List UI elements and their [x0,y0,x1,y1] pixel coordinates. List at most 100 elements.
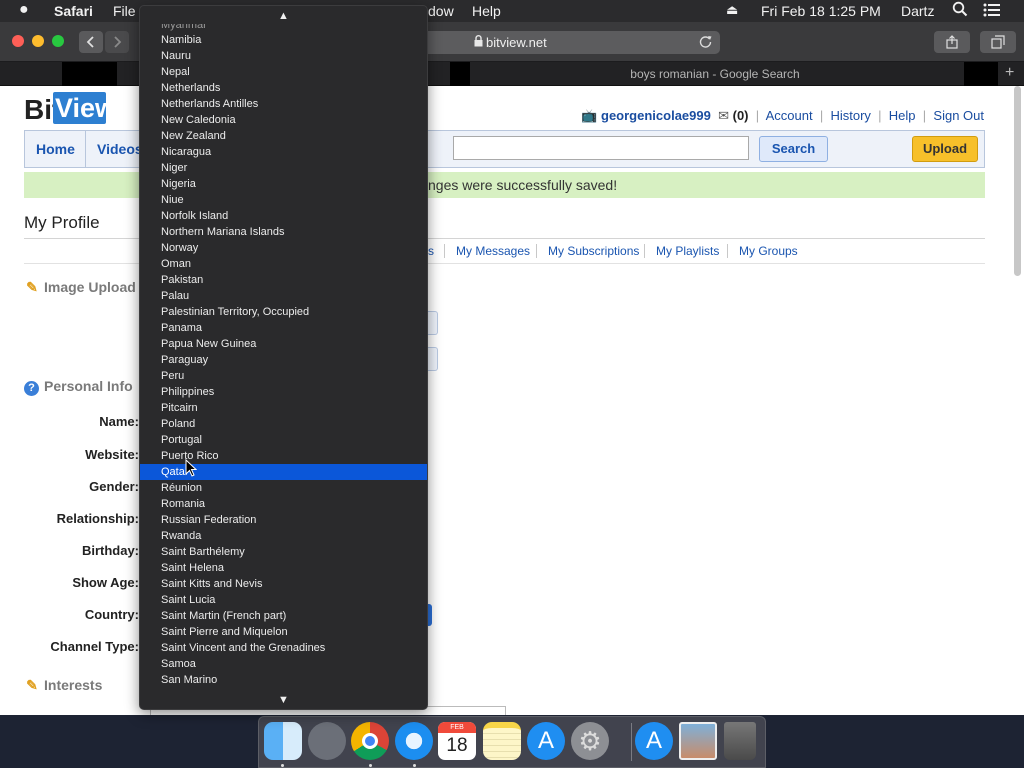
mail-icon[interactable]: ✉ [718,108,729,123]
upload-field-edge[interactable] [428,311,438,335]
account-link[interactable]: Account [766,108,813,123]
upload-field-edge[interactable] [428,347,438,371]
address-bar[interactable]: bitview.net [428,31,720,54]
calendar-icon[interactable]: FEB 18 [438,722,476,760]
page-scrollbar[interactable] [1014,86,1021,276]
dropdown-option[interactable]: New Zealand [140,128,427,144]
subnav-my-subscriptions[interactable]: My Subscriptions [548,244,639,258]
dropdown-option[interactable]: Romania [140,496,427,512]
dropdown-option[interactable]: Russian Federation [140,512,427,528]
menu-clock[interactable]: Fri Feb 18 1:25 PM [761,3,881,19]
dropdown-option[interactable]: Pakistan [140,272,427,288]
upload-button[interactable]: Upload [912,136,978,162]
app-store-icon[interactable]: A [527,722,565,760]
menu-user[interactable]: Dartz [901,3,934,19]
dropdown-option[interactable]: Saint Martin (French part) [140,608,427,624]
close-window-button[interactable] [12,35,24,47]
scroll-down-arrow[interactable]: ▼ [140,694,427,706]
dropdown-option[interactable]: Puerto Rico [140,448,427,464]
dropdown-option[interactable]: Nigeria [140,176,427,192]
dropdown-option[interactable]: Saint Lucia [140,592,427,608]
dropdown-option[interactable]: Pitcairn [140,400,427,416]
dropdown-option[interactable]: Réunion [140,480,427,496]
dropdown-option[interactable]: Oman [140,256,427,272]
logo-view[interactable]: View [53,92,116,124]
dropdown-option[interactable]: Nicaragua [140,144,427,160]
subnav-my-playlists[interactable]: My Playlists [656,244,719,258]
dropdown-option[interactable]: Samoa [140,656,427,672]
finder-icon[interactable] [264,722,302,760]
dropdown-option[interactable]: Nauru [140,48,427,64]
dropdown-option[interactable]: Niue [140,192,427,208]
tab-black-right[interactable] [964,62,998,86]
dropdown-option[interactable]: Norway [140,240,427,256]
forward-button[interactable] [105,31,129,53]
menu-app-name[interactable]: Safari [54,3,93,19]
dropdown-option-selected[interactable]: Qatar [140,464,427,480]
dropdown-option[interactable]: Peru [140,368,427,384]
dropdown-option[interactable]: Saint Helena [140,560,427,576]
search-button[interactable]: Search [759,136,828,162]
dropdown-option[interactable]: Saint Vincent and the Grenadines [140,640,427,656]
system-preferences-icon[interactable]: ⚙ [571,722,609,760]
dropdown-option[interactable]: Rwanda [140,528,427,544]
dropdown-option[interactable]: Netherlands Antilles [140,96,427,112]
chrome-icon[interactable] [351,722,389,760]
launchpad-icon[interactable] [308,722,346,760]
country-dropdown[interactable]: ▲ Myanmar Namibia Nauru Nepal Netherlands Ne… [139,5,428,710]
subnav-my-groups[interactable]: My Groups [739,244,798,258]
menu-help[interactable]: Help [472,3,501,19]
nav-videos[interactable]: Videos [97,141,143,157]
subnav-my-messages[interactable]: My Messages [456,244,530,258]
menu-file[interactable]: File [113,3,136,19]
history-link[interactable]: History [830,108,870,123]
dropdown-option[interactable]: San Marino [140,672,427,688]
menu-window[interactable]: dow [428,3,454,19]
reload-icon[interactable] [699,35,712,51]
inbox-count[interactable]: (0) [733,108,749,123]
dropdown-option-cut[interactable]: Myanmar [140,24,427,32]
dropdown-option[interactable]: New Caledonia [140,112,427,128]
zoom-window-button[interactable] [52,35,64,47]
country-select-edge[interactable] [428,604,432,626]
dropdown-option[interactable]: Saint Pierre and Miquelon [140,624,427,640]
tab-black-left[interactable] [62,62,117,86]
control-center-icon[interactable] [983,3,1001,20]
minimize-window-button[interactable] [32,35,44,47]
subnav-fragment[interactable]: s [428,244,434,258]
share-button[interactable] [934,31,970,53]
preview-icon[interactable] [679,722,717,760]
dropdown-option[interactable]: Saint Kitts and Nevis [140,576,427,592]
dropdown-option[interactable]: Saint Barthélemy [140,544,427,560]
downloads-icon[interactable]: A [635,722,673,760]
dropdown-option[interactable]: Paraguay [140,352,427,368]
safari-icon[interactable] [395,722,433,760]
eject-icon[interactable]: ⏏ [726,2,738,18]
search-input[interactable] [453,136,749,160]
nav-home[interactable]: Home [36,141,75,157]
scroll-up-arrow[interactable]: ▲ [140,10,427,22]
help-link[interactable]: Help [889,108,916,123]
dropdown-option[interactable]: Palestinian Territory, Occupied [140,304,427,320]
tab-google-search[interactable]: boys romanian - Google Search [430,62,1000,86]
tabs-overview-button[interactable] [980,31,1016,53]
sign-out-link[interactable]: Sign Out [933,108,984,123]
dropdown-option[interactable]: Netherlands [140,80,427,96]
dropdown-option[interactable]: Palau [140,288,427,304]
dropdown-option[interactable]: Poland [140,416,427,432]
apple-icon[interactable]: ● [19,1,29,19]
spotlight-icon[interactable] [952,1,968,20]
dropdown-option[interactable]: Norfolk Island [140,208,427,224]
dropdown-option[interactable]: Namibia [140,32,427,48]
new-tab-icon[interactable]: + [1005,64,1014,82]
username-link[interactable]: georgenicolae999 [601,108,711,123]
dropdown-option[interactable]: Panama [140,320,427,336]
dropdown-option[interactable]: Portugal [140,432,427,448]
dropdown-option[interactable]: Papua New Guinea [140,336,427,352]
notes-icon[interactable] [483,722,521,760]
dropdown-option[interactable]: Northern Mariana Islands [140,224,427,240]
dropdown-option[interactable]: Niger [140,160,427,176]
back-button[interactable] [79,31,103,53]
dropdown-option[interactable]: Nepal [140,64,427,80]
dropdown-option[interactable]: Philippines [140,384,427,400]
